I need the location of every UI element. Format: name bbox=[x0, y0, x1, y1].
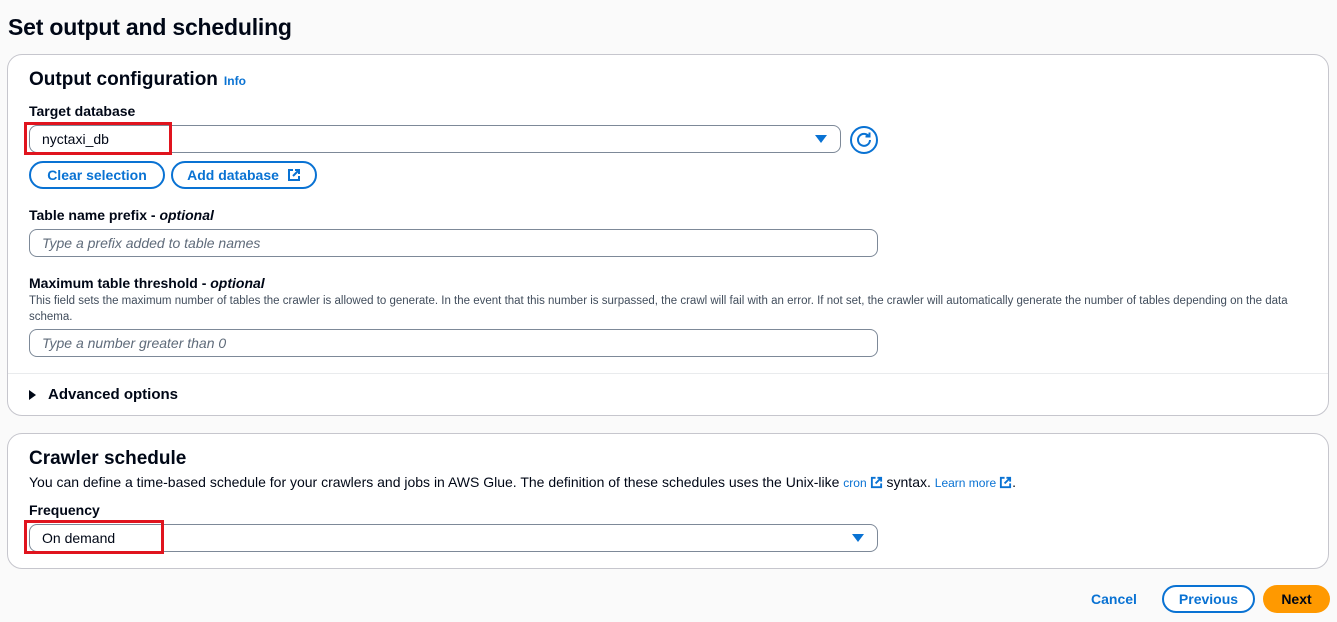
refresh-databases-button[interactable] bbox=[850, 126, 878, 154]
output-configuration-title: Output configuration bbox=[29, 69, 218, 90]
table-prefix-label-text: Table name prefix - bbox=[29, 207, 160, 223]
target-database-value: nyctaxi_db bbox=[42, 131, 109, 147]
max-threshold-label: Maximum table threshold - optional bbox=[29, 275, 265, 291]
info-link[interactable]: Info bbox=[224, 74, 246, 88]
caret-right-icon bbox=[29, 389, 36, 400]
output-configuration-heading: Output configuration Info bbox=[29, 69, 246, 91]
external-link-icon bbox=[287, 169, 300, 181]
crawler-schedule-heading: Crawler schedule bbox=[29, 448, 187, 469]
refresh-icon bbox=[857, 132, 871, 147]
target-database-label: Target database bbox=[29, 103, 136, 119]
frequency-label: Frequency bbox=[29, 502, 100, 518]
add-database-button[interactable]: Add database bbox=[171, 161, 317, 189]
output-configuration-panel: Output configuration Info Target database… bbox=[7, 54, 1329, 416]
external-link-icon bbox=[870, 476, 882, 489]
chevron-down-icon bbox=[852, 534, 864, 542]
clear-selection-label: Clear selection bbox=[47, 167, 147, 183]
add-database-label: Add database bbox=[187, 167, 279, 183]
max-threshold-optional: optional bbox=[210, 275, 265, 291]
divider bbox=[8, 373, 1328, 374]
max-threshold-description: This field sets the maximum number of ta… bbox=[29, 295, 1288, 323]
schedule-text-middle: syntax. bbox=[882, 474, 935, 490]
previous-label: Previous bbox=[1178, 591, 1239, 607]
table-prefix-input[interactable] bbox=[29, 229, 878, 257]
crawler-schedule-panel: Crawler schedule You can define a time-b… bbox=[7, 433, 1329, 569]
max-threshold-input[interactable] bbox=[29, 329, 878, 357]
frequency-select[interactable]: On demand bbox=[29, 524, 878, 552]
schedule-text-end: . bbox=[1012, 474, 1017, 490]
max-threshold-label-text: Maximum table threshold - bbox=[29, 275, 211, 291]
table-prefix-label: Table name prefix - optional bbox=[29, 207, 214, 223]
page-title: Set output and scheduling bbox=[8, 14, 292, 40]
advanced-options-toggle[interactable]: Advanced options bbox=[29, 386, 178, 403]
cancel-button[interactable]: Cancel bbox=[1083, 585, 1145, 613]
cron-link[interactable]: cron bbox=[843, 476, 866, 490]
advanced-options-label: Advanced options bbox=[48, 386, 179, 403]
chevron-down-icon bbox=[815, 135, 827, 143]
crawler-schedule-description: You can define a time-based schedule for… bbox=[29, 474, 1016, 490]
learn-more-link[interactable]: Learn more bbox=[935, 476, 996, 490]
clear-selection-button[interactable]: Clear selection bbox=[29, 161, 165, 189]
external-link-icon bbox=[1000, 476, 1012, 489]
target-database-select[interactable]: nyctaxi_db bbox=[29, 125, 841, 153]
cancel-label: Cancel bbox=[1091, 591, 1137, 607]
schedule-text-before: You can define a time-based schedule for… bbox=[29, 474, 844, 490]
table-prefix-optional: optional bbox=[159, 207, 214, 223]
next-label: Next bbox=[1281, 591, 1312, 607]
next-button[interactable]: Next bbox=[1263, 585, 1330, 613]
frequency-value: On demand bbox=[42, 530, 116, 546]
previous-button[interactable]: Previous bbox=[1162, 585, 1255, 613]
